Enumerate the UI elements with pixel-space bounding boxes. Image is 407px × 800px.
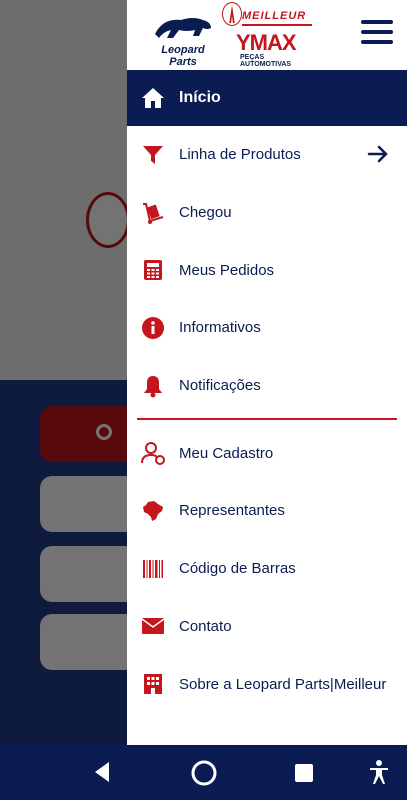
recents-icon[interactable] [294, 763, 314, 788]
bell-icon [127, 374, 179, 398]
filter-icon [127, 144, 179, 166]
arrow-right-icon [367, 144, 389, 169]
user-edit-icon [127, 441, 179, 466]
brazil-map-icon [127, 500, 179, 522]
menu-item-label: Meu Cadastro [179, 444, 274, 462]
menu-item-label: Contato [179, 617, 232, 635]
meilleur-ymax-logo: MEILLEUR YMAX PEÇAS AUTOMOTIVAS [222, 2, 314, 68]
navigation-drawer: Leopard Parts MEILLEUR YMAX PEÇAS AUTOMO… [127, 0, 407, 745]
menu-item-label: Código de Barras [179, 560, 296, 578]
menu-item-label: Informativos [179, 319, 261, 337]
menu-item-notificacoes[interactable]: Notificações [127, 357, 407, 415]
eiffel-icon [222, 2, 242, 26]
menu-divider [137, 418, 397, 421]
menu-item-codigo-de-barras[interactable]: Código de Barras [127, 540, 407, 598]
menu-item-label: Sobre a Leopard Parts|Meilleur [179, 675, 387, 693]
menu-item-linha-de-produtos[interactable]: Linha de Produtos [127, 126, 407, 184]
home-circle-icon[interactable] [190, 759, 218, 792]
accessibility-icon[interactable] [368, 759, 390, 790]
menu-item-meus-pedidos[interactable]: Meus Pedidos [127, 241, 407, 299]
meilleur-brand: MEILLEUR [242, 10, 307, 22]
hamburger-menu-icon[interactable] [361, 20, 393, 46]
back-icon[interactable] [92, 759, 112, 790]
ymax-brand: YMAX [236, 30, 297, 55]
building-icon [127, 673, 179, 695]
barcode-icon [127, 559, 179, 579]
pecas-automotivas-text: PEÇAS AUTOMOTIVAS [240, 54, 292, 68]
leopard-logo-text: Leopard Parts [161, 44, 205, 68]
menu-item-informativos[interactable]: Informativos [127, 299, 407, 357]
menu-item-label: Notificações [179, 377, 261, 395]
menu-item-label: Início [179, 89, 221, 106]
calculator-icon [127, 259, 179, 281]
info-icon [127, 316, 179, 340]
menu-item-label: Representantes [179, 502, 285, 520]
menu-item-meu-cadastro[interactable]: Meu Cadastro [127, 424, 407, 482]
menu-item-label: Linha de Produtos [179, 146, 301, 164]
drawer-menu: Início Linha de Produtos Chegou Meus Ped… [127, 70, 407, 713]
drawer-header: Leopard Parts MEILLEUR YMAX PEÇAS AUTOMO… [127, 0, 407, 70]
home-icon [127, 87, 179, 109]
menu-item-representantes[interactable]: Representantes [127, 482, 407, 540]
menu-item-label: Meus Pedidos [179, 261, 275, 279]
menu-item-label: Chegou [179, 204, 232, 222]
meilleur-underline [242, 24, 312, 26]
hand-truck-icon [127, 201, 179, 225]
menu-item-chegou[interactable]: Chegou [127, 184, 407, 242]
menu-item-sobre[interactable]: Sobre a Leopard Parts|Meilleur [127, 655, 407, 713]
system-navigation-bar [0, 745, 407, 800]
envelope-icon [127, 617, 179, 635]
leopard-parts-logo: Leopard Parts [147, 10, 219, 68]
menu-item-contato[interactable]: Contato [127, 598, 407, 656]
menu-item-inicio[interactable]: Início [127, 70, 407, 126]
